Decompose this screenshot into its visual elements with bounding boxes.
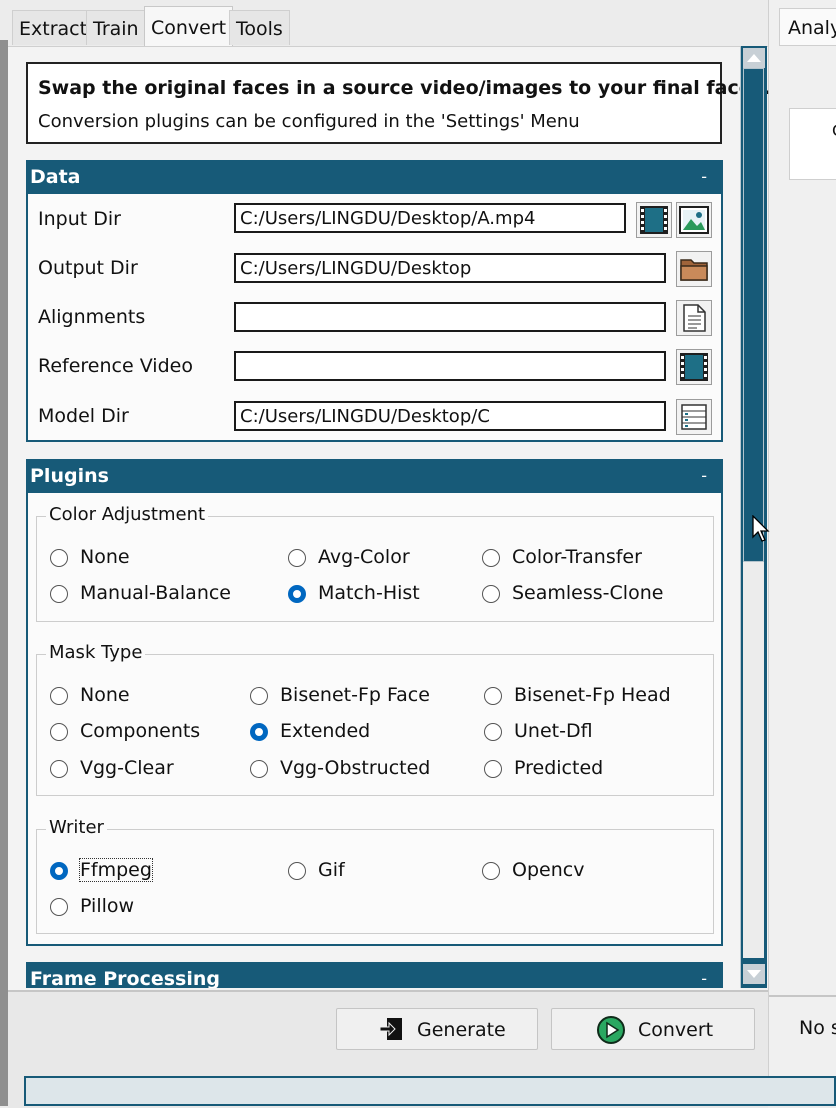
convert-label: Convert: [638, 1019, 714, 1041]
section-title: Data: [30, 166, 81, 188]
writer-title: Writer: [46, 817, 107, 838]
color-adjustment-title: Color Adjustment: [46, 504, 209, 525]
window-left-edge: [0, 40, 8, 1106]
description-box: Swap the original faces in a source vide…: [26, 62, 770, 144]
preview-box: C: [789, 108, 836, 180]
reference-video-label: Reference Video: [38, 355, 193, 377]
scroll-up-button[interactable]: [743, 48, 765, 68]
section-header-data: Data -: [26, 160, 723, 194]
mask-type-title: Mask Type: [46, 642, 146, 663]
description-subtitle: Conversion plugins can be configured in …: [38, 111, 580, 132]
divider: [769, 995, 836, 997]
model-icon[interactable]: [676, 399, 712, 435]
collapse-button[interactable]: -: [701, 459, 707, 493]
tab-analysis[interactable]: Analy: [779, 8, 836, 46]
generate-label: Generate: [417, 1019, 506, 1041]
collapse-button[interactable]: -: [701, 962, 707, 988]
folder-icon[interactable]: [676, 251, 712, 287]
section-header-frame-processing: Frame Processing -: [26, 962, 723, 988]
section-header-plugins: Plugins -: [26, 459, 723, 493]
video-icon[interactable]: [636, 202, 672, 238]
section-title: Frame Processing: [30, 968, 221, 988]
output-dir-field[interactable]: C:/Users/LINGDU/Desktop: [234, 253, 666, 283]
model-dir-field[interactable]: C:/Users/LINGDU/Desktop/C: [234, 401, 666, 431]
generate-button[interactable]: Generate: [336, 1008, 538, 1050]
tab-bar: Extract Train Convert Tools: [0, 0, 836, 47]
input-dir-field[interactable]: C:/Users/LINGDU/Desktop/A.mp4: [234, 203, 626, 233]
color-adjustment-group: [36, 516, 714, 622]
scroll-thumb[interactable]: [743, 68, 764, 562]
section-title: Plugins: [30, 465, 109, 487]
input-dir-label: Input Dir: [38, 208, 121, 230]
play-icon: [596, 1015, 626, 1050]
status-text: No s: [799, 1017, 836, 1039]
alignments-field[interactable]: [234, 302, 666, 332]
tab-train[interactable]: Train: [86, 10, 146, 45]
generate-icon: [379, 1017, 403, 1046]
convert-button[interactable]: Convert: [551, 1008, 755, 1050]
description-title: Swap the original faces in a source vide…: [38, 77, 771, 99]
mouse-cursor-icon: [752, 514, 770, 547]
collapse-button[interactable]: -: [701, 160, 707, 194]
tab-extract[interactable]: Extract: [12, 10, 95, 45]
reference-video-field[interactable]: [234, 351, 666, 381]
writer-group: [36, 829, 714, 934]
scroll-down-button[interactable]: [743, 964, 765, 984]
image-icon[interactable]: [676, 202, 712, 238]
alignments-label: Alignments: [38, 306, 146, 328]
right-pane: Analy C No s: [768, 0, 836, 1106]
output-dir-label: Output Dir: [38, 257, 138, 279]
scroll-track[interactable]: [743, 562, 764, 958]
document-icon[interactable]: [676, 300, 712, 336]
tab-convert[interactable]: Convert: [144, 6, 234, 47]
progress-bar: [24, 1076, 836, 1106]
model-dir-label: Model Dir: [38, 405, 129, 427]
video-icon[interactable]: [676, 349, 712, 385]
tab-tools[interactable]: Tools: [229, 10, 290, 45]
